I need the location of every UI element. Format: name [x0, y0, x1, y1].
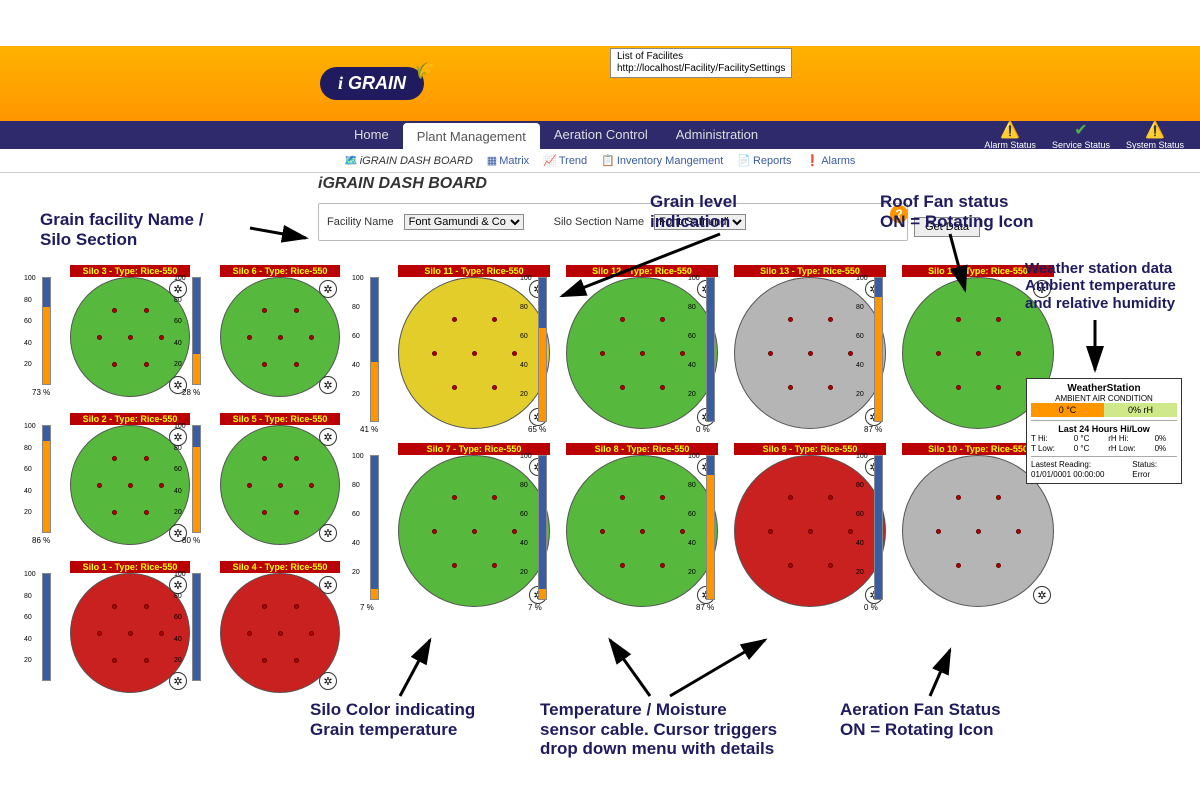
- annotation-sensor: Temperature / Moisture sensor cable. Cur…: [540, 700, 777, 759]
- annotation-roof: Roof Fan status ON = Rotating Icon: [880, 192, 1033, 231]
- annotation-facility: Grain facility Name / Silo Section: [40, 210, 203, 249]
- annotation-weather: Weather station data Ambient temperature…: [1025, 260, 1176, 312]
- annotation-color: Silo Color indicating Grain temperature: [310, 700, 475, 739]
- annotation-level: Grain level indication: [650, 192, 737, 231]
- annotation-aeration: Aeration Fan Status ON = Rotating Icon: [840, 700, 1001, 739]
